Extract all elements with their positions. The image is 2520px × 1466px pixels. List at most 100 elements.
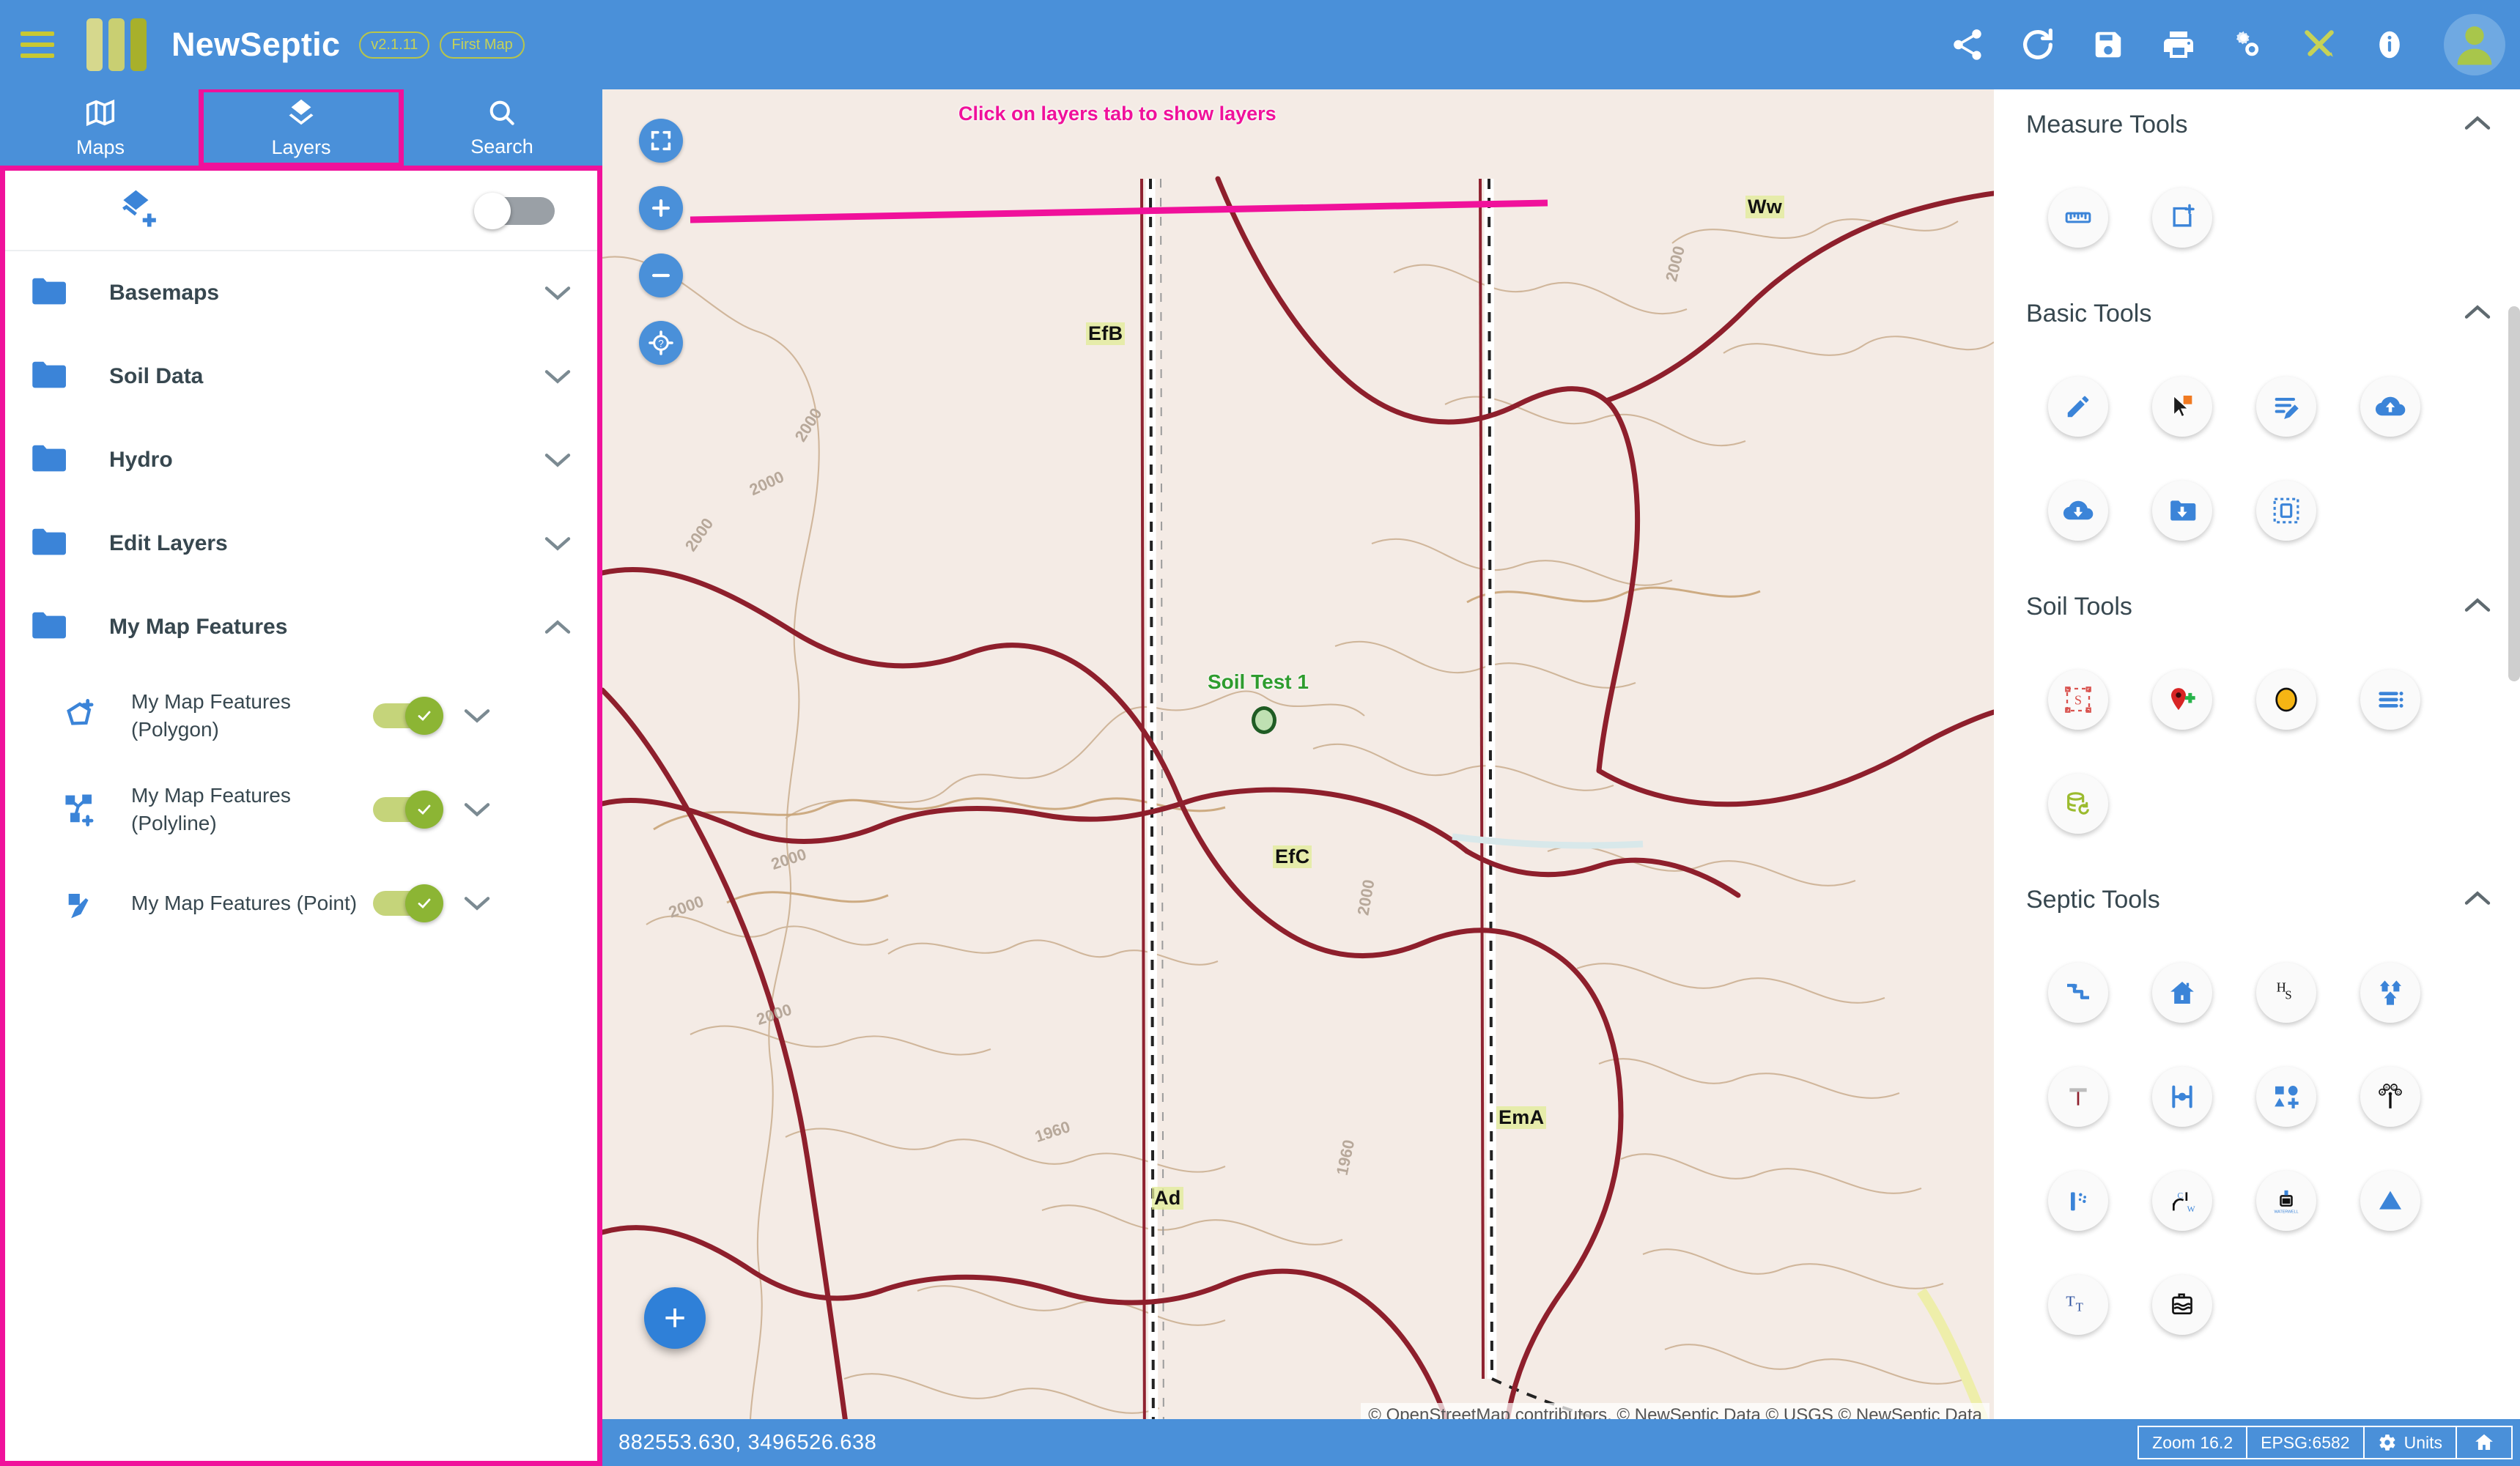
add-soil-pin-icon[interactable]	[2152, 670, 2212, 730]
layers-master-toggle[interactable]	[474, 193, 555, 229]
layer-group-soil-data[interactable]: Soil Data	[5, 335, 597, 418]
chevron-down-icon[interactable]	[540, 451, 575, 470]
edit-attributes-icon[interactable]	[2256, 377, 2316, 437]
map-name-chip[interactable]: First Map	[440, 31, 525, 59]
zoom-level-button[interactable]: Zoom 16.2	[2137, 1426, 2247, 1459]
boring-icon[interactable]	[2048, 1171, 2108, 1231]
tool-select-feature[interactable]	[2130, 355, 2234, 459]
tool-perc-test[interactable]: B C A D	[2338, 1045, 2442, 1149]
chevron-down-icon[interactable]	[540, 534, 575, 553]
chevron-up-icon[interactable]	[2463, 596, 2492, 618]
house-icon[interactable]	[2152, 963, 2212, 1023]
layer-group-edit-layers[interactable]: Edit Layers	[5, 502, 597, 585]
chevron-down-icon[interactable]	[540, 367, 575, 386]
tool-text-label[interactable]: TT	[2026, 1253, 2130, 1357]
sublayer-visibility-toggle[interactable]	[373, 791, 443, 829]
triangle-icon[interactable]	[2360, 1171, 2420, 1231]
text-label-icon[interactable]: TT	[2048, 1275, 2108, 1335]
tool-soil-symbol[interactable]	[2234, 648, 2338, 752]
map-viewport[interactable]: 2000 2000 2000 2000 2000 2000 2000 2000 …	[602, 89, 1994, 1466]
tools-panel-scrollbar[interactable]	[2508, 306, 2520, 681]
layer-group-hydro[interactable]: Hydro	[5, 418, 597, 502]
perc-test-icon[interactable]: B C A D	[2360, 1067, 2420, 1127]
measure-distance-icon[interactable]	[2048, 188, 2108, 248]
tool-cloud-download[interactable]	[2026, 459, 2130, 563]
chevron-up-icon[interactable]	[2463, 303, 2492, 325]
sublayer-visibility-toggle[interactable]	[373, 697, 443, 735]
zoom-out-icon[interactable]	[639, 253, 683, 297]
septic-line-icon[interactable]	[2048, 963, 2108, 1023]
tools-icon[interactable]	[2284, 10, 2354, 80]
tool-add-shapes[interactable]	[2234, 1045, 2338, 1149]
chevron-up-icon[interactable]	[2463, 889, 2492, 911]
multi-house-icon[interactable]	[2360, 963, 2420, 1023]
soil-legend-list-icon[interactable]	[2360, 670, 2420, 730]
tool-measure-area[interactable]	[2130, 166, 2234, 270]
info-icon[interactable]	[2354, 10, 2425, 80]
tool-measure-distance[interactable]	[2026, 166, 2130, 270]
tool-add-soil-point[interactable]	[2130, 648, 2234, 752]
measure-area-icon[interactable]	[2152, 188, 2212, 248]
test-pit-icon[interactable]	[2048, 1067, 2108, 1127]
avatar[interactable]	[2444, 14, 2505, 75]
save-icon[interactable]	[2073, 10, 2143, 80]
waterwell-icon[interactable]: WATERWELL	[2256, 1171, 2316, 1231]
tool-draw[interactable]	[2026, 355, 2130, 459]
tool-edit-attributes[interactable]	[2234, 355, 2338, 459]
cloud-download-icon[interactable]	[2048, 481, 2108, 541]
tool-septic-line[interactable]	[2026, 941, 2130, 1045]
print-icon[interactable]	[2143, 10, 2214, 80]
settings-gears-icon[interactable]	[2214, 10, 2284, 80]
tab-layers[interactable]: Layers	[199, 87, 404, 168]
soil-boundary-icon[interactable]: S	[2048, 670, 2108, 730]
add-layer-icon[interactable]	[115, 186, 160, 235]
chevron-down-icon[interactable]	[459, 894, 495, 913]
tool-test-pit[interactable]	[2026, 1045, 2130, 1149]
section-soil-tools[interactable]: Soil Tools	[1994, 571, 2520, 642]
feature-point-soil-test-1[interactable]	[1252, 706, 1276, 734]
tool-water-well[interactable]: WATERWELL	[2234, 1149, 2338, 1253]
sublayer-visibility-toggle[interactable]	[373, 884, 443, 922]
tank-icon[interactable]	[2152, 1275, 2212, 1335]
shapes-add-icon[interactable]	[2256, 1067, 2316, 1127]
layer-group-basemaps[interactable]: Basemaps	[5, 251, 597, 335]
tool-cw-line[interactable]: C W	[2130, 1149, 2234, 1253]
chevron-up-icon[interactable]	[540, 618, 575, 637]
section-measure-tools[interactable]: Measure Tools	[1994, 89, 2520, 160]
fullscreen-icon[interactable]	[639, 119, 683, 163]
section-septic-tools[interactable]: Septic Tools	[1994, 865, 2520, 935]
zoom-in-icon[interactable]	[639, 186, 683, 230]
epsg-button[interactable]: EPSG:6582	[2246, 1426, 2363, 1459]
tab-search[interactable]: Search	[402, 89, 602, 166]
home-button[interactable]	[2456, 1426, 2513, 1459]
layer-group-my-map-features[interactable]: My Map Features	[5, 585, 597, 669]
trench-icon[interactable]	[2152, 1067, 2212, 1127]
sublayer-point[interactable]: My Map Features (Point)	[5, 856, 597, 950]
share-icon[interactable]	[1932, 10, 2003, 80]
tab-maps[interactable]: Maps	[0, 89, 201, 166]
tool-multi-house[interactable]	[2338, 941, 2442, 1045]
select-feature-icon[interactable]	[2152, 377, 2212, 437]
house-setback-icon[interactable]: HS	[2256, 963, 2316, 1023]
cloud-upload-icon[interactable]	[2360, 377, 2420, 437]
section-basic-tools[interactable]: Basic Tools	[1994, 278, 2520, 349]
refresh-icon[interactable]	[2003, 10, 2073, 80]
tool-box-select[interactable]	[2234, 459, 2338, 563]
chevron-down-icon[interactable]	[540, 284, 575, 303]
units-button[interactable]: Units	[2362, 1426, 2456, 1459]
tool-house-setback[interactable]: HS	[2234, 941, 2338, 1045]
chevron-down-icon[interactable]	[459, 706, 495, 725]
chevron-up-icon[interactable]	[2463, 114, 2492, 136]
tool-boring[interactable]	[2026, 1149, 2130, 1253]
tool-soil-boundary[interactable]: S	[2026, 648, 2130, 752]
tool-trench[interactable]	[2130, 1045, 2234, 1149]
cw-line-icon[interactable]: C W	[2152, 1171, 2212, 1231]
tool-triangle-marker[interactable]	[2338, 1149, 2442, 1253]
tool-cloud-upload[interactable]	[2338, 355, 2442, 459]
tool-refresh-soil-data[interactable]	[2026, 752, 2130, 856]
sublayer-polyline[interactable]: My Map Features (Polyline)	[5, 763, 597, 856]
sublayer-polygon[interactable]: My Map Features (Polygon)	[5, 669, 597, 763]
draw-pencil-icon[interactable]	[2048, 377, 2108, 437]
hamburger-menu-icon[interactable]	[21, 32, 54, 58]
folder-download-icon[interactable]	[2152, 481, 2212, 541]
